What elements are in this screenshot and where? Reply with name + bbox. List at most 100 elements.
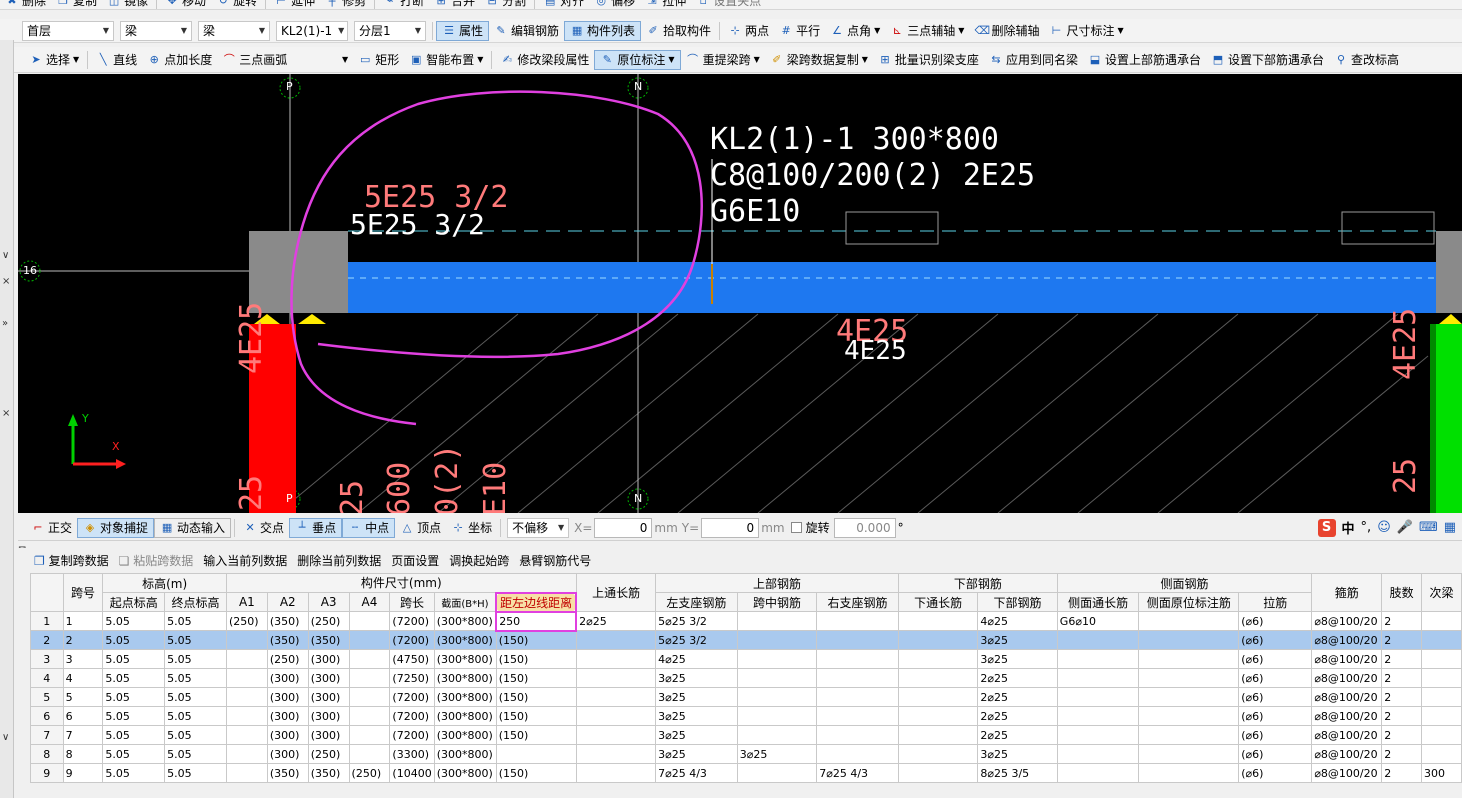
move-button[interactable]: ✥ 移动 [160, 0, 211, 9]
table-cell[interactable]: 8 [62, 744, 104, 764]
table-cell[interactable] [736, 706, 818, 726]
table-cell[interactable]: (300) [266, 668, 309, 688]
ime-toolbar[interactable]: S 中 °, ☺ 🎤 ⌨ ▦ [1317, 518, 1456, 537]
table-row[interactable]: 2 2 5.05 5.05 (350) (350) (7200) (300*800) (150)… [30, 630, 1462, 650]
table-cell[interactable]: 7⌀25 4/3 [816, 763, 899, 783]
table-cell[interactable]: (7200) [389, 706, 435, 726]
table-cell[interactable]: 2 [1381, 763, 1423, 783]
table-cell[interactable]: (3300) [389, 744, 435, 764]
table-cell[interactable]: (7200) [389, 611, 435, 631]
table-cell[interactable] [897, 611, 979, 631]
table-cell[interactable]: 2⌀25 [977, 687, 1058, 707]
table-cell[interactable]: 5.05 [164, 630, 227, 650]
table-cell[interactable] [348, 630, 391, 650]
in-situ-label-button[interactable]: ✎ 原位标注 ▼ [594, 49, 681, 70]
align-button[interactable]: ▤ 对齐 [538, 0, 589, 9]
start-elevation-header[interactable]: 起点标高 [102, 592, 166, 612]
rotate-button[interactable]: ↻ 旋转 [211, 0, 262, 9]
table-cell[interactable]: 9 [62, 763, 104, 783]
bottom-long-rebar-header[interactable]: 下通长筋 [897, 592, 979, 612]
table-cell[interactable]: (300) [307, 725, 350, 745]
table-cell[interactable] [1138, 611, 1240, 631]
table-cell[interactable]: 2⌀25 [977, 668, 1058, 688]
table-cell[interactable]: (300*800) [433, 744, 497, 764]
type-select[interactable]: 梁 ▼ [198, 20, 270, 41]
table-cell[interactable]: 5⌀25 3/2 [655, 630, 738, 650]
span-header[interactable]: 跨号 [62, 573, 104, 612]
table-cell[interactable]: (⌀6) [1238, 611, 1313, 631]
table-cell[interactable]: (7200) [389, 725, 435, 745]
table-cell[interactable]: 2 [1381, 611, 1423, 631]
table-cell[interactable]: 5 [62, 687, 104, 707]
table-cell[interactable]: (300*800) [433, 668, 497, 688]
table-cell[interactable]: (350) [307, 630, 350, 650]
side-long-rebar-header[interactable]: 侧面通长筋 [1056, 592, 1140, 612]
table-cell[interactable] [736, 687, 818, 707]
table-cell[interactable] [225, 763, 268, 783]
midpoint-snap-button[interactable]: ╌ 中点 [342, 517, 396, 538]
table-cell[interactable]: (10400 [389, 763, 435, 783]
table-cell[interactable]: 2⌀25 [977, 725, 1058, 745]
table-cell[interactable]: (⌀6) [1238, 649, 1313, 669]
drawing-canvas[interactable]: P N P N 16 KL2(1)-1 300*800 C8@100/200(2… [18, 74, 1462, 513]
table-cell[interactable] [575, 649, 657, 669]
table-cell[interactable]: (250) [307, 611, 350, 631]
table-cell[interactable]: 2 [1381, 725, 1423, 745]
table-cell[interactable]: (300) [266, 687, 309, 707]
table-cell[interactable]: (250) [307, 744, 350, 764]
left-edge-distance-header[interactable]: 距左边线距离 [495, 591, 578, 613]
row-number-cell[interactable]: 6 [30, 706, 64, 726]
table-cell[interactable]: ⌀8@100/20 [1311, 630, 1383, 650]
table-cell[interactable]: (250) [225, 611, 268, 631]
x-input[interactable]: 0 [594, 517, 653, 538]
table-cell[interactable]: 2 [62, 630, 104, 650]
copy-span-data-button[interactable]: ❐ 复制跨数据 [34, 552, 109, 569]
y-input[interactable]: 0 [701, 517, 760, 538]
table-cell[interactable] [575, 763, 657, 783]
table-cell[interactable]: 4⌀25 [977, 611, 1058, 631]
rotate-input[interactable]: 0.000 [833, 517, 896, 538]
table-cell[interactable]: 2 [1381, 744, 1423, 764]
a4-header[interactable]: A4 [348, 592, 391, 612]
table-cell[interactable]: (300*800) [433, 763, 497, 783]
input-column-data-button[interactable]: 输入当前列数据 [203, 552, 287, 569]
table-cell[interactable]: 5.05 [102, 649, 166, 669]
table-cell[interactable]: (150) [495, 668, 577, 688]
row-number-cell[interactable]: 9 [30, 763, 64, 783]
table-cell[interactable]: (300) [307, 649, 350, 669]
parallel-button[interactable]: # 平行 [774, 21, 825, 41]
table-cell[interactable]: 3⌀25 [977, 649, 1058, 669]
table-cell[interactable] [1421, 611, 1462, 631]
table-row[interactable]: 7 7 5.05 5.05 (300) (300) (7200) (300*800) (150)… [30, 725, 1462, 745]
table-cell[interactable]: (300*800) [433, 725, 497, 745]
table-cell[interactable]: 3⌀25 [977, 630, 1058, 650]
row-number-cell[interactable]: 2 [30, 630, 64, 650]
table-cell[interactable] [1056, 668, 1140, 688]
table-cell[interactable]: G6⌀10 [1056, 611, 1140, 631]
re-extract-span-button[interactable]: ⌒ 重提梁跨 ▼ [681, 50, 765, 70]
table-cell[interactable]: (⌀6) [1238, 763, 1313, 783]
bottom-rebar-sub-header[interactable]: 下部钢筋 [977, 592, 1058, 612]
expand-icon[interactable]: » [2, 318, 8, 329]
table-cell[interactable] [1138, 687, 1240, 707]
mirror-button[interactable]: ◫ 镜像 [102, 0, 153, 9]
table-cell[interactable]: (150) [495, 687, 577, 707]
table-cell[interactable]: 7 [62, 725, 104, 745]
table-cell[interactable]: (⌀6) [1238, 744, 1313, 764]
table-cell[interactable]: (⌀6) [1238, 706, 1313, 726]
table-cell[interactable]: ⌀8@100/20 [1311, 725, 1383, 745]
table-cell[interactable] [1421, 687, 1462, 707]
right-support[interactable] [1436, 231, 1462, 313]
properties-button[interactable]: ☰ 属性 [436, 20, 490, 41]
table-cell[interactable] [1138, 649, 1240, 669]
table-cell[interactable] [1056, 649, 1140, 669]
offset-button[interactable]: ◎ 偏移 [589, 0, 640, 9]
table-cell[interactable]: (350) [307, 763, 350, 783]
edit-rebar-button[interactable]: ✎ 编辑钢筋 [489, 21, 564, 41]
table-cell[interactable]: (300) [266, 706, 309, 726]
table-cell[interactable] [816, 744, 899, 764]
table-cell[interactable] [736, 630, 818, 650]
table-row[interactable]: 1 1 5.05 5.05 (250) (350) (250) (7200) (300*800)… [30, 610, 1462, 632]
delete-column-data-button[interactable]: 删除当前列数据 [297, 552, 381, 569]
smart-layout-button[interactable]: ▣ 智能布置 ▼ [404, 50, 488, 70]
